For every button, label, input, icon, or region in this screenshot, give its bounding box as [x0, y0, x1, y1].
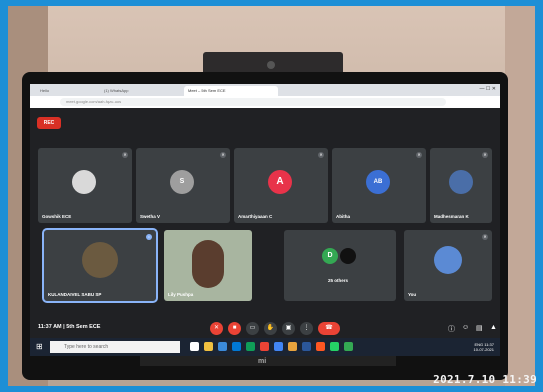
participant-name: Amarthiyaaan C — [238, 214, 273, 219]
chat-icon[interactable]: ▤ — [476, 324, 483, 332]
rec-badge: REC — [37, 117, 61, 129]
background-wall-right — [505, 6, 535, 386]
mic-toggle-button[interactable]: ✕ — [210, 322, 223, 335]
hang-up-button[interactable]: ☎ — [318, 322, 340, 335]
avatar-secondary — [340, 248, 356, 264]
participant-tile-8[interactable]: D 25 others — [284, 230, 396, 301]
participant-name: Madhesmaran K — [434, 214, 469, 219]
mic-off-icon: ✕ — [482, 152, 488, 158]
video-feed — [192, 240, 224, 288]
avatar — [82, 242, 118, 278]
mic-off-icon: ✕ — [416, 152, 422, 158]
task-view-icon[interactable] — [190, 342, 199, 351]
app-icon-2[interactable] — [316, 342, 325, 351]
browser-tab-strip: Hello (1) WhatsApp Meet – 5th Sem ECE — … — [30, 84, 500, 96]
participant-tile-1[interactable]: ✕ Gowshik ECE — [38, 148, 132, 223]
present-button[interactable]: ▣ — [282, 322, 295, 335]
meet-control-bar: 11:37 AM | 5th Sem ECE ✕ ■ ▭ ✋ ▣ ⋮ ☎ ⓘ ☺… — [30, 320, 500, 338]
participant-name: Lily Pushpa — [168, 292, 194, 297]
avatar: AB — [366, 170, 390, 194]
participant-tile-9[interactable]: ✕ You — [404, 230, 492, 301]
windows-taskbar: ⊞ Type here to search ENG 11:37 10-07-20… — [30, 338, 500, 356]
browser-tab-3[interactable]: Meet – 5th Sem ECE — [184, 86, 278, 96]
file-explorer-icon[interactable] — [204, 342, 213, 351]
people-icon[interactable]: ☺ — [462, 324, 469, 331]
laptop-screen: Hello (1) WhatsApp Meet – 5th Sem ECE — … — [30, 84, 500, 356]
laptop-hinge — [140, 356, 396, 366]
avatar — [434, 246, 462, 274]
mic-off-icon: ✕ — [318, 152, 324, 158]
avatar — [72, 170, 96, 194]
speaking-icon: • — [146, 234, 152, 240]
raise-hand-button[interactable]: ✋ — [264, 322, 277, 335]
taskbar-search[interactable]: Type here to search — [50, 341, 180, 353]
participant-tile-7[interactable]: Lily Pushpa — [164, 230, 252, 301]
address-bar: meet.google.com/aah-fqzu-uos — [30, 96, 500, 108]
browser-tab-1[interactable]: Hello — [36, 86, 100, 96]
participant-name: Abitha — [336, 214, 350, 219]
laptop-brand-logo: mi — [258, 358, 267, 365]
captions-button[interactable]: ▭ — [246, 322, 259, 335]
system-tray[interactable]: ENG 11:37 10-07-2021 — [474, 342, 494, 352]
whatsapp-icon[interactable] — [330, 342, 339, 351]
app-icon[interactable] — [288, 342, 297, 351]
meet-icon[interactable] — [344, 342, 353, 351]
activities-icon[interactable]: ▲ — [490, 324, 497, 331]
avatar: A — [268, 170, 292, 194]
webcam-lens — [267, 61, 275, 69]
edge-icon[interactable] — [246, 342, 255, 351]
participant-name: KULANDAIVEL SABU SP — [48, 292, 102, 297]
participant-name: Swetha V — [140, 214, 161, 219]
avatar: S — [170, 170, 194, 194]
more-options-button[interactable]: ⋮ — [300, 322, 313, 335]
windows-start-icon[interactable]: ⊞ — [36, 342, 45, 351]
avatar — [449, 170, 473, 194]
participant-tile-6[interactable]: • KULANDAIVEL SABU SP — [42, 228, 158, 303]
url-field[interactable]: meet.google.com/aah-fqzu-uos — [60, 98, 446, 106]
participant-tile-2[interactable]: ✕ S Swetha V — [136, 148, 230, 223]
clock-date: 10-07-2021 — [473, 347, 494, 352]
participant-tile-5[interactable]: ✕ Madhesmaran K — [430, 148, 492, 223]
info-icon[interactable]: ⓘ — [448, 324, 455, 334]
mail-icon[interactable] — [218, 342, 227, 351]
camera-toggle-button[interactable]: ■ — [228, 322, 241, 335]
word-icon[interactable] — [302, 342, 311, 351]
office-icon[interactable] — [260, 342, 269, 351]
mic-off-icon: ✕ — [220, 152, 226, 158]
photo-timestamp: 2021.7.10 11:39 — [433, 373, 537, 386]
mic-off-icon: ✕ — [482, 234, 488, 240]
window-controls[interactable]: — ☐ ✕ — [480, 86, 496, 92]
store-icon[interactable] — [232, 342, 241, 351]
participant-name: You — [408, 292, 417, 297]
avatar: D — [322, 248, 338, 264]
participant-tile-4[interactable]: ✕ AB Abitha — [332, 148, 426, 223]
meeting-info: 11:37 AM | 5th Sem ECE — [38, 324, 101, 330]
participant-tile-3[interactable]: ✕ A Amarthiyaaan C — [234, 148, 328, 223]
participant-name: 25 others — [328, 278, 349, 283]
browser-tab-2[interactable]: (1) WhatsApp — [100, 86, 184, 96]
mic-off-icon: ✕ — [122, 152, 128, 158]
chrome-icon[interactable] — [274, 342, 283, 351]
participant-name: Gowshik ECE — [42, 214, 72, 219]
